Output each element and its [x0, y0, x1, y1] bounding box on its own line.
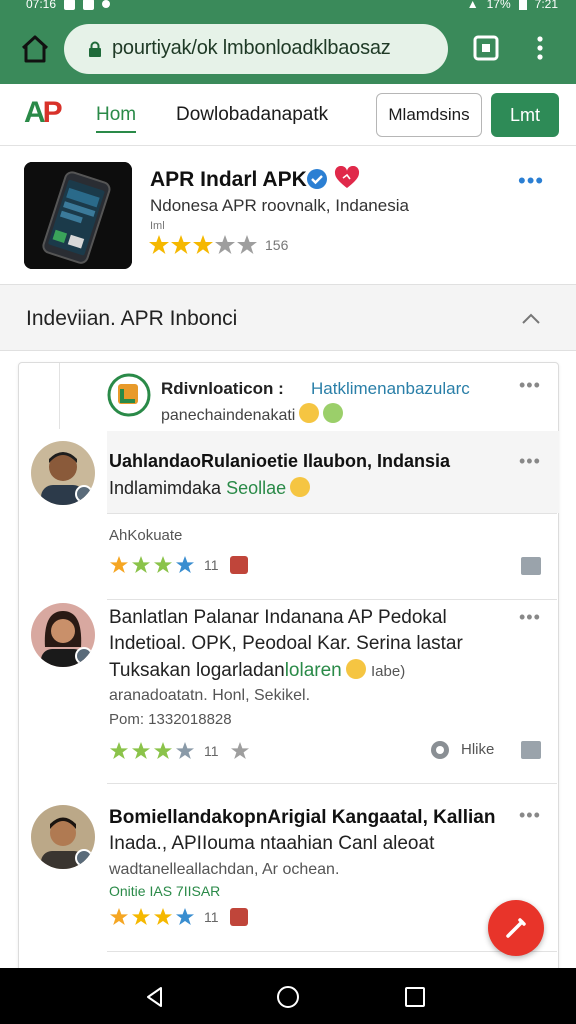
lock-icon [89, 41, 101, 57]
comment-rating: 11 [109, 907, 248, 927]
url-text: pourtiyak/ok lmbonloadklbaosaz [112, 37, 391, 59]
primary-button[interactable]: Lmt [491, 93, 559, 137]
avatar-badge-icon [75, 647, 93, 665]
plant-emoji-icon [323, 403, 344, 423]
phone-illustration [24, 162, 132, 269]
chevron-up-icon[interactable] [520, 309, 542, 329]
comment-text: aranadoatatn. Honl, Sekikel. [109, 687, 311, 704]
gift-icon[interactable] [229, 908, 248, 926]
address-bar[interactable]: pourtiyak/ok lmbonloadklbaosaz [64, 24, 448, 74]
notification-icon [83, 0, 95, 10]
smile-emoji-icon [290, 477, 311, 497]
comment-text: wadtanelleallachdan, Ar ochean. [109, 861, 340, 878]
download-logo-icon [107, 373, 151, 417]
avatar[interactable] [31, 805, 95, 869]
nav-home-link[interactable]: Hom [96, 104, 136, 126]
panel-link[interactable]: Hatklimenanbazularc [311, 379, 470, 399]
app-icon[interactable] [24, 162, 132, 269]
overflow-menu-icon[interactable] [526, 34, 554, 62]
divider [107, 513, 557, 514]
recent-apps-icon[interactable] [404, 986, 426, 1008]
comment-author: BomiellandakopnArigial Kangaatal, Kallia… [109, 807, 496, 828]
comment-item: UahlandaoRulanioetie Ilaubon, Indansia I… [19, 433, 560, 583]
app-meta: Iml [150, 220, 165, 232]
comment-rating: 11 [109, 741, 252, 761]
verified-badge-icon [307, 169, 327, 189]
avatar[interactable] [31, 603, 95, 667]
gift-icon[interactable] [229, 556, 248, 574]
star-rating-icon [149, 235, 257, 254]
comment-bubble-icon[interactable] [429, 739, 451, 761]
status-bar: 07:16 ▲ 17% 7:21 [0, 0, 576, 14]
section-title: Indeviian. APR Inbonci [26, 307, 238, 330]
system-nav-bar [0, 968, 576, 1024]
browser-toolbar: 07:16 ▲ 17% 7:21 pourtiyak/ok lmbonloadk… [0, 0, 576, 84]
section-header[interactable]: Indeviian. APR Inbonci [0, 284, 576, 351]
signal-icon: ▲ [466, 0, 479, 11]
nav-active-indicator [96, 131, 136, 133]
like-label[interactable]: Hlike [461, 741, 494, 758]
site-logo[interactable]: AP [24, 96, 63, 130]
site-header: AP Hom Dowlobadanapatk Mlamdsins Lmt [0, 84, 576, 146]
compose-fab-button[interactable] [488, 900, 544, 956]
rating-count: 11 [204, 743, 219, 759]
status-time-left: 07:16 [26, 0, 57, 11]
nav-download-link[interactable]: Dowlobadanapatk [176, 104, 328, 126]
battery-icon [518, 0, 527, 10]
notification-icon [64, 0, 76, 10]
home-circle-icon[interactable] [276, 985, 300, 1009]
star-rating-icon [110, 908, 194, 925]
comment-text: Inada., APIIouma ntaahian Canl aleoat [109, 833, 435, 854]
battery-percent: 17% [486, 0, 511, 11]
back-icon[interactable] [144, 986, 166, 1008]
more-options-icon[interactable]: ••• [519, 375, 541, 396]
notification-icon [102, 0, 111, 8]
app-subtitle: Ndonesa APR roovnalk, Indanesia [150, 196, 409, 215]
star-rating-icon [110, 742, 194, 759]
comment-tag: Onitie IAS 7IISAR [109, 883, 221, 899]
comment-item: BomiellandakopnArigial Kangaatal, Kallia… [19, 783, 560, 953]
tabs-icon[interactable] [472, 34, 500, 62]
status-clock: 7:21 [534, 0, 558, 11]
pencil-icon [506, 918, 526, 938]
comment-meta: AhKokuate [109, 527, 183, 544]
panel-subtitle: panechaindenakati [161, 403, 344, 425]
app-card: APR Indarl APK Ndonesa APR roovnalk, Ind… [0, 148, 576, 280]
home-icon[interactable] [18, 32, 52, 66]
secondary-button[interactable]: Mlamdsins [376, 93, 482, 137]
comment-date: Pom: 1332018828 [109, 711, 232, 728]
star-outline-icon[interactable] [228, 741, 252, 761]
more-options-icon[interactable]: ••• [519, 451, 541, 472]
comment-rating: 11 [109, 555, 248, 575]
more-options-icon[interactable]: ••• [518, 168, 544, 194]
comment-text: Indetioal. OPK, Peodoal Kar. Serina last… [109, 633, 463, 654]
avatar-badge-icon [75, 485, 93, 503]
app-rating: 156 [148, 234, 288, 256]
rating-count: 11 [204, 909, 219, 925]
checkbox-icon[interactable] [521, 741, 541, 759]
comment-item: Banlatlan Palanar Indanana AP Pedokal In… [19, 599, 560, 783]
rating-count: 11 [204, 557, 219, 573]
heart-icon[interactable] [334, 166, 360, 190]
more-options-icon[interactable]: ••• [519, 805, 541, 826]
star-rating-icon [110, 556, 194, 573]
comment-text: Indlamimdaka Seollae [109, 477, 311, 499]
smile-emoji-icon [345, 659, 366, 679]
checkbox-icon[interactable] [521, 557, 541, 575]
smile-emoji-icon [299, 403, 320, 423]
comment-author: Banlatlan Palanar Indanana AP Pedokal [109, 607, 447, 628]
comment-author: UahlandaoRulanioetie Ilaubon, Indansia [109, 451, 451, 471]
app-title: APR Indarl APK [150, 168, 307, 191]
avatar[interactable] [31, 441, 95, 505]
more-options-icon[interactable]: ••• [519, 607, 541, 628]
rating-count: 156 [265, 237, 289, 253]
comments-panel: Rdivnloaticon : Hatklimenanbazularc pane… [18, 362, 559, 982]
panel-title: Rdivnloaticon : [161, 379, 284, 398]
comment-text: Tuksakan logarladanlolaren Iabe) [109, 659, 406, 681]
avatar-badge-icon [75, 849, 93, 867]
